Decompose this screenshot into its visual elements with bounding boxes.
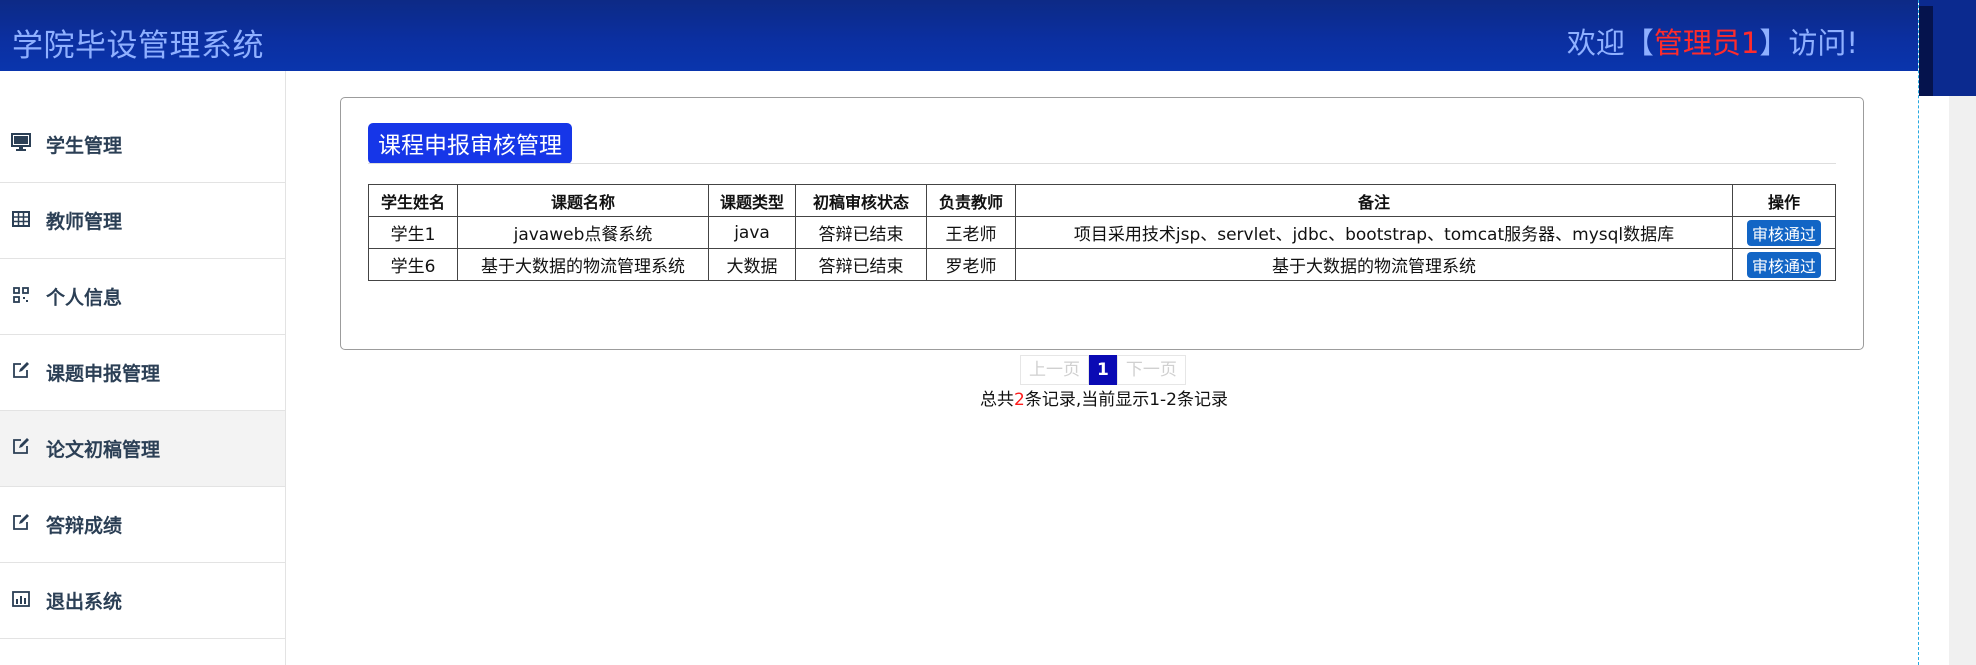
table-row: 学生6 基于大数据的物流管理系统 大数据 答辩已结束 罗老师 基于大数据的物流管… bbox=[368, 248, 1836, 281]
cell-status: 答辩已结束 bbox=[795, 216, 927, 249]
column-header: 初稿审核状态 bbox=[795, 184, 927, 217]
record-summary: 总共2条记录,当前显示1-2条记录 bbox=[980, 385, 1228, 410]
column-header: 学生姓名 bbox=[368, 184, 458, 217]
table-header-row: 学生姓名 课题名称 课题类型 初稿审核状态 负责教师 备注 操作 bbox=[368, 184, 1836, 217]
cell-topic: 基于大数据的物流管理系统 bbox=[457, 248, 709, 281]
table-icon bbox=[10, 210, 32, 232]
page-title: 课程申报审核管理 bbox=[368, 123, 572, 164]
summary-suffix: 条记录,当前显示1-2条记录 bbox=[1024, 390, 1228, 410]
edit-icon bbox=[10, 513, 32, 536]
content-panel: 课程申报审核管理 学生姓名 课题名称 课题类型 初稿审核状态 负责教师 备注 操… bbox=[340, 97, 1864, 350]
cell-status: 答辩已结束 bbox=[795, 248, 927, 281]
column-header: 备注 bbox=[1015, 184, 1733, 217]
table-row: 学生1 javaweb点餐系统 java 答辩已结束 王老师 项目采用技术jsp… bbox=[368, 216, 1836, 249]
sidebar-item-logout[interactable]: 退出系统 bbox=[0, 563, 285, 639]
column-header: 操作 bbox=[1732, 184, 1836, 217]
current-user-name: 管理员1 bbox=[1653, 26, 1760, 60]
cell-action: 审核通过 bbox=[1732, 216, 1836, 249]
cell-student: 学生6 bbox=[368, 248, 458, 281]
review-table: 学生姓名 课题名称 课题类型 初稿审核状态 负责教师 备注 操作 学生1 jav… bbox=[368, 184, 1836, 281]
sidebar-item-label: 学生管理 bbox=[46, 135, 123, 157]
pagination: 上一页 1 下一页 bbox=[1020, 355, 1186, 385]
column-header: 负责教师 bbox=[926, 184, 1016, 217]
cell-type: 大数据 bbox=[708, 248, 796, 281]
cell-teacher: 王老师 bbox=[926, 216, 1016, 249]
cell-topic: javaweb点餐系统 bbox=[457, 216, 709, 249]
total-count: 2 bbox=[1014, 390, 1025, 410]
sidebar-item-topic-application[interactable]: 课题申报管理 bbox=[0, 335, 285, 411]
sidebar-nav: 学生管理 教师管理 个人信息 课题申报管理 论文初稿管理 答辩成绩 退出系统 bbox=[0, 71, 286, 665]
sidebar-item-label: 论文初稿管理 bbox=[46, 439, 161, 461]
column-header: 课题类型 bbox=[708, 184, 796, 217]
monitor-icon bbox=[10, 133, 32, 156]
prev-page-link[interactable]: 上一页 bbox=[1020, 355, 1089, 385]
cell-type: java bbox=[708, 216, 796, 249]
top-header: 学院毕设管理系统 欢迎【管理员1】访问! bbox=[0, 0, 1918, 71]
bar-chart-icon bbox=[10, 590, 32, 612]
sidebar-item-defense-score[interactable]: 答辩成绩 bbox=[0, 487, 285, 563]
qrcode-icon bbox=[10, 286, 32, 308]
cell-action: 审核通过 bbox=[1732, 248, 1836, 281]
sidebar-item-label: 答辩成绩 bbox=[46, 515, 123, 537]
cell-teacher: 罗老师 bbox=[926, 248, 1016, 281]
sidebar-item-label: 课题申报管理 bbox=[46, 363, 161, 385]
edge-scrollbar-track[interactable] bbox=[1949, 96, 1976, 665]
sidebar-item-thesis-draft[interactable]: 论文初稿管理 bbox=[0, 411, 285, 487]
title-divider bbox=[368, 163, 1836, 164]
welcome-suffix: 】访问! bbox=[1759, 26, 1858, 60]
sidebar-item-personal-info[interactable]: 个人信息 bbox=[0, 259, 285, 335]
edit-icon bbox=[10, 437, 32, 460]
next-page-link[interactable]: 下一页 bbox=[1116, 355, 1186, 385]
column-header: 课题名称 bbox=[457, 184, 709, 217]
cell-remark: 项目采用技术jsp、servlet、jdbc、bootstrap、tomcat服… bbox=[1015, 216, 1733, 249]
sidebar-item-label: 退出系统 bbox=[46, 591, 123, 613]
cell-remark: 基于大数据的物流管理系统 bbox=[1015, 248, 1733, 281]
summary-prefix: 总共 bbox=[980, 390, 1014, 410]
sidebar-item-teacher-management[interactable]: 教师管理 bbox=[0, 183, 285, 259]
edge-scroll-thumb[interactable] bbox=[1919, 6, 1933, 96]
window-edge-strip bbox=[1918, 0, 1976, 665]
welcome-prefix: 欢迎【 bbox=[1566, 26, 1654, 60]
cell-student: 学生1 bbox=[368, 216, 458, 249]
approve-button[interactable]: 审核通过 bbox=[1746, 251, 1821, 278]
app-title: 学院毕设管理系统 bbox=[12, 28, 264, 64]
sidebar-item-label: 教师管理 bbox=[46, 211, 123, 233]
approve-button[interactable]: 审核通过 bbox=[1746, 219, 1821, 246]
welcome-message: 欢迎【管理员1】访问! bbox=[1567, 20, 1858, 62]
edit-icon bbox=[10, 361, 32, 384]
sidebar-item-student-management[interactable]: 学生管理 bbox=[0, 107, 285, 183]
current-page[interactable]: 1 bbox=[1089, 355, 1117, 385]
sidebar-item-label: 个人信息 bbox=[46, 287, 123, 309]
